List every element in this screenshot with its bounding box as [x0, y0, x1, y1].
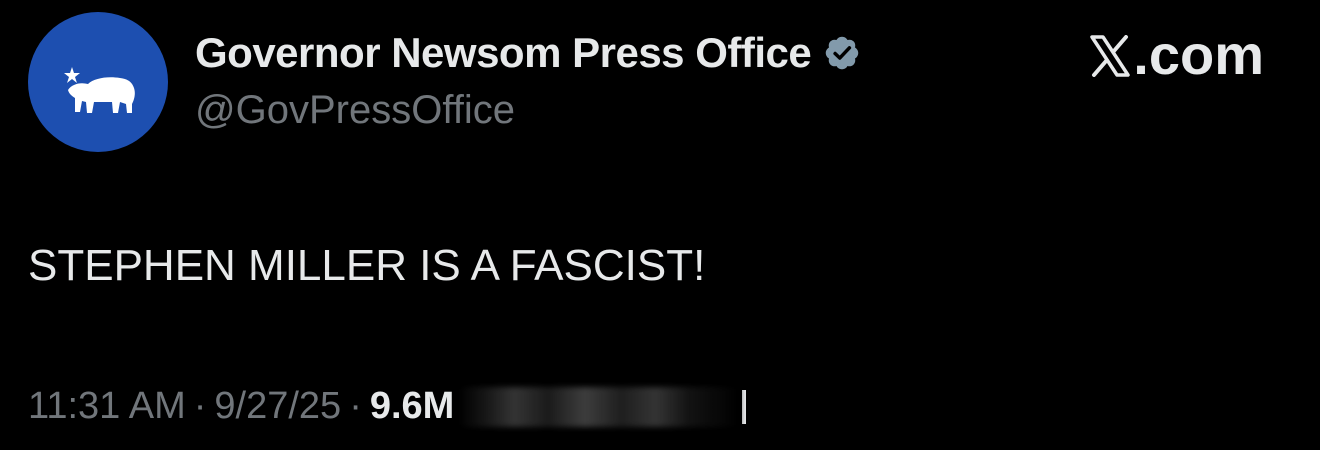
x-logo-icon [1089, 25, 1131, 77]
redaction-edge [742, 389, 747, 424]
x-com-label: .com [1133, 23, 1264, 86]
tweet-date[interactable]: 9/27/25 [214, 385, 341, 428]
author-handle[interactable]: @GovPressOffice [195, 88, 515, 133]
views-count[interactable]: 9.6M [370, 385, 454, 428]
redacted-views-label [458, 386, 741, 427]
avatar[interactable] [28, 12, 168, 152]
meta-separator: · [349, 385, 362, 427]
verified-badge-icon[interactable] [823, 34, 861, 72]
tweet-meta: 11:31 AM · 9/27/25 · 9.6M [28, 385, 747, 428]
x-com-watermark: .com [1089, 22, 1264, 87]
tweet-text: STEPHEN MILLER IS A FASCIST! [28, 241, 706, 290]
author-name-row[interactable]: Governor Newsom Press Office [195, 28, 861, 78]
meta-separator: · [193, 385, 207, 427]
california-bear-flag-icon [64, 67, 135, 113]
tweet-time[interactable]: 11:31 AM [28, 385, 186, 428]
author-display-name[interactable]: Governor Newsom Press Office [195, 29, 812, 77]
